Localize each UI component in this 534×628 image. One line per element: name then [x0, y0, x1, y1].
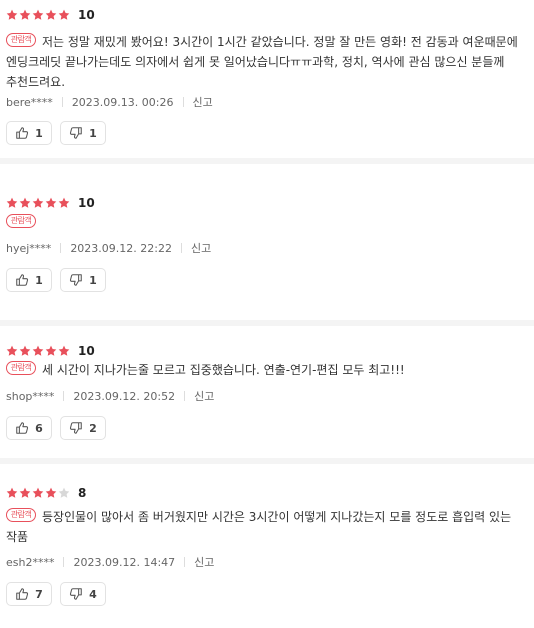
report-link[interactable]: 신고 [193, 94, 213, 110]
like-count: 1 [35, 126, 43, 140]
star-filled-icon [19, 9, 31, 21]
star-rating [6, 345, 71, 357]
star-filled-icon [32, 197, 44, 209]
star-filled-icon [45, 9, 57, 21]
review-date: 2023.09.12. 22:22 [70, 241, 172, 255]
star-filled-icon [45, 487, 57, 499]
review-meta: esh2**** 2023.09.12. 14:47 신고 [6, 554, 214, 570]
rating-row: 10 [6, 196, 95, 210]
thumbs-up-icon [16, 588, 29, 600]
review-card: 8 관람객 등장인물이 많아서 좀 버거웠지만 시간은 3시간이 어떻게 지나갔… [0, 478, 534, 628]
like-button[interactable]: 7 [6, 582, 52, 606]
score-value: 10 [78, 8, 95, 22]
review-text: 세 시간이 지나가는줄 모르고 집중했습니다. 연출-연기-편집 모두 최고!!… [42, 363, 405, 377]
review-date: 2023.09.12. 14:47 [73, 555, 176, 569]
star-filled-icon [19, 197, 31, 209]
viewer-badge: 관람객 [6, 214, 36, 228]
thumbs-down-icon [70, 274, 82, 286]
like-count: 6 [35, 421, 43, 435]
star-filled-icon [58, 9, 70, 21]
dislike-button[interactable]: 1 [60, 268, 106, 292]
star-filled-icon [58, 197, 70, 209]
star-rating [6, 9, 71, 21]
meta-divider [184, 391, 186, 401]
star-filled-icon [6, 197, 18, 209]
score-value: 10 [78, 344, 95, 358]
meta-divider [60, 243, 62, 253]
report-link[interactable]: 신고 [194, 388, 214, 404]
star-filled-icon [6, 9, 18, 21]
like-button[interactable]: 6 [6, 416, 52, 440]
review-date: 2023.09.12. 20:52 [73, 389, 176, 403]
star-filled-icon [19, 345, 31, 357]
dislike-button[interactable]: 4 [60, 582, 106, 606]
dislike-count: 2 [89, 421, 97, 435]
thumbs-up-icon [16, 422, 29, 434]
review-divider [0, 320, 534, 326]
review-date: 2023.09.13. 00:26 [71, 95, 174, 109]
dislike-count: 1 [89, 126, 97, 140]
like-button[interactable]: 1 [6, 268, 52, 292]
review-text: 등장인물이 많아서 좀 버거웠지만 시간은 3시간이 어떻게 지나갔는지 모를 … [6, 510, 512, 544]
like-count: 1 [35, 273, 43, 287]
dislike-count: 1 [89, 273, 97, 287]
thumbs-up-icon [16, 274, 29, 286]
star-filled-icon [6, 487, 18, 499]
star-filled-icon [58, 345, 70, 357]
review-text: 저는 정말 재밌게 봤어요! 3시간이 1시간 같았습니다. 정말 잘 만든 영… [6, 35, 518, 89]
meta-divider [184, 557, 186, 567]
score-value: 10 [78, 196, 95, 210]
rating-row: 10 [6, 344, 95, 358]
meta-divider [182, 97, 184, 107]
star-filled-icon [19, 487, 31, 499]
dislike-button[interactable]: 2 [60, 416, 106, 440]
meta-divider [61, 97, 63, 107]
report-link[interactable]: 신고 [194, 554, 214, 570]
report-link[interactable]: 신고 [191, 240, 211, 256]
meta-divider [63, 391, 65, 401]
dislike-count: 4 [89, 587, 97, 601]
rating-row: 8 [6, 486, 86, 500]
score-value: 8 [78, 486, 87, 500]
star-filled-icon [6, 345, 18, 357]
meta-divider [181, 243, 182, 253]
star-rating [6, 197, 71, 209]
review-card: 10 관람객 세 시간이 지나가는줄 모르고 집중했습니다. 연출-연기-편집 … [0, 336, 534, 494]
rating-row: 10 [6, 8, 95, 22]
thumbs-down-icon [70, 422, 82, 434]
star-empty-icon [58, 487, 70, 499]
review-divider [0, 458, 534, 464]
star-filled-icon [45, 345, 57, 357]
like-count: 7 [35, 587, 43, 601]
star-filled-icon [32, 345, 44, 357]
like-button[interactable]: 1 [6, 121, 52, 145]
thumbs-down-icon [70, 127, 82, 139]
star-filled-icon [32, 9, 44, 21]
dislike-button[interactable]: 1 [60, 121, 106, 145]
review-meta: hyej**** 2023.09.12. 22:22 신고 [6, 240, 211, 256]
meta-divider [63, 557, 65, 567]
user-id: bere**** [6, 95, 53, 109]
thumbs-up-icon [16, 127, 29, 139]
review-card: 10 관람객 저는 정말 재밌게 봤어요! 3시간이 1시간 같았습니다. 정말… [0, 0, 534, 158]
star-rating [6, 487, 71, 499]
user-id: hyej**** [6, 241, 52, 255]
user-id: shop**** [6, 389, 55, 403]
star-filled-icon [32, 487, 44, 499]
review-divider [0, 158, 534, 164]
star-filled-icon [45, 197, 57, 209]
user-id: esh2**** [6, 555, 55, 569]
review-meta: shop**** 2023.09.12. 20:52 신고 [6, 388, 214, 404]
review-meta: bere**** 2023.09.13. 00:26 신고 [6, 94, 213, 110]
thumbs-down-icon [70, 588, 82, 600]
